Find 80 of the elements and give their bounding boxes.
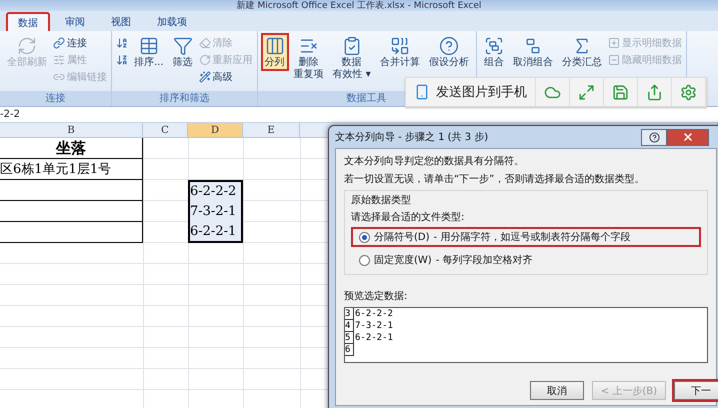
preview-text: 6-2-2-2: [354, 308, 393, 320]
dialog-button[interactable]: 取消: [530, 381, 584, 400]
ribbon-tab[interactable]: 审阅: [54, 12, 96, 31]
column-header[interactable]: C: [143, 123, 188, 138]
ribbon-button[interactable]: 假设分析: [424, 33, 473, 71]
prompt-text: 请选择最合适的文件类型:: [351, 210, 466, 224]
help-button[interactable]: [641, 128, 667, 146]
help-icon: [648, 132, 660, 142]
expand-icon: [578, 84, 595, 100]
combine-icon: [390, 36, 410, 56]
table-cell: 6-2-2-1: [188, 222, 243, 243]
ribbon-button[interactable]: 排序...: [130, 33, 168, 71]
instruction-text: 文本分列向导判定您的数据具有分隔符。: [344, 154, 525, 168]
group-label: 连接: [0, 91, 111, 106]
ribbon-small-button[interactable]: 高级: [198, 69, 254, 85]
refresh-icon: [17, 36, 37, 56]
ribbon-small-button[interactable]: 连接: [52, 35, 108, 51]
table-cell: 区6栋1单元1层1号: [0, 159, 143, 180]
plus-square-icon: [608, 37, 620, 49]
question-icon: [438, 36, 459, 56]
radio-option[interactable]: 固定宽度(W) - 每列字段加空格对齐: [351, 250, 701, 270]
table-cell: 7-3-2-1: [188, 201, 243, 222]
ribbon-tab[interactable]: 数据: [6, 12, 50, 31]
ribbon-button[interactable]: 筛选: [168, 33, 197, 71]
group-label: 原始数据类型: [351, 194, 412, 207]
ribbon-button[interactable]: 合并计算: [376, 33, 424, 71]
ribbon-button[interactable]: 组合: [480, 33, 508, 71]
ribbon-button[interactable]: 删除 重复项: [290, 33, 328, 83]
sort-ascending-icon: [116, 37, 128, 49]
ribbon-tab[interactable]: 加载项: [146, 12, 198, 31]
link-icon: [53, 37, 65, 49]
preview-text: 7-3-2-1: [354, 320, 393, 332]
dialog-button[interactable]: 下一: [674, 381, 718, 400]
sort-descending-icon: [116, 54, 128, 66]
columns-icon: [264, 36, 285, 56]
option-description: - 用分隔字符，如逗号或制表符分隔每个字段: [434, 230, 630, 244]
settings-icon: [680, 84, 697, 100]
row-number: 6: [345, 344, 354, 356]
window-title: 新建 Microsoft Office Excel 工作表.xlsx - Microsoft Excel: [236, 0, 482, 10]
ribbon-button[interactable]: 数据 有效性 ▾: [328, 33, 375, 83]
send-to-phone-button[interactable]: 发送图片到手机: [406, 78, 536, 106]
table-icon: [138, 36, 159, 56]
phone-icon: [414, 84, 430, 100]
preview-label: 预览选定数据:: [344, 290, 408, 303]
preview-text: 6-2-2-1: [354, 332, 393, 344]
close-button[interactable]: [667, 128, 709, 146]
refresh-icon: [198, 54, 211, 66]
column-header[interactable]: B: [0, 123, 143, 138]
sliders-icon: [53, 54, 65, 66]
radio-button[interactable]: [359, 254, 370, 266]
ribbon-button[interactable]: 分列: [260, 33, 289, 71]
radio-option[interactable]: 分隔符号(D) - 用分隔字符，如逗号或制表符分隔每个字段: [351, 227, 701, 247]
clipboard-check-icon: [342, 36, 362, 56]
ribbon-button[interactable]: 取消组合: [508, 33, 557, 71]
formula-value: -2-2: [0, 109, 20, 120]
wand-icon: [198, 71, 211, 83]
link-icon: [53, 71, 65, 83]
column-header[interactable]: E: [243, 123, 300, 138]
dialog-title: 文本分列向导 - 步骤之 1 (共 3 步): [335, 130, 488, 144]
option-label: 固定宽度(W): [374, 254, 432, 267]
close-icon: [682, 131, 694, 143]
filter-icon: [172, 36, 193, 56]
column-header[interactable]: D: [188, 123, 243, 138]
ribbon-button[interactable]: 分类汇总: [558, 33, 606, 71]
share-icon: [646, 84, 663, 100]
row-number: 4: [345, 320, 354, 332]
table-cell: 6-2-2-2: [188, 180, 243, 201]
radio-button[interactable]: [359, 232, 370, 242]
minus-square-icon: [608, 54, 620, 66]
group-icon: [484, 36, 504, 56]
group-label: 排序和筛选: [112, 91, 257, 106]
option-label: 分隔符号(D): [374, 231, 430, 244]
table-cell: 坐落: [0, 138, 143, 159]
eraser-icon: [198, 37, 211, 49]
ribbon-tab[interactable]: 视图: [100, 12, 142, 31]
instruction-text: 若一切设置无误，请单击“下一步”，否则请选择最合适的数据类型。: [344, 172, 646, 186]
save-icon: [612, 84, 629, 100]
row-number: 5: [345, 332, 354, 344]
row-number: 3: [345, 308, 354, 320]
option-description: - 每列字段加空格对齐: [436, 254, 532, 267]
